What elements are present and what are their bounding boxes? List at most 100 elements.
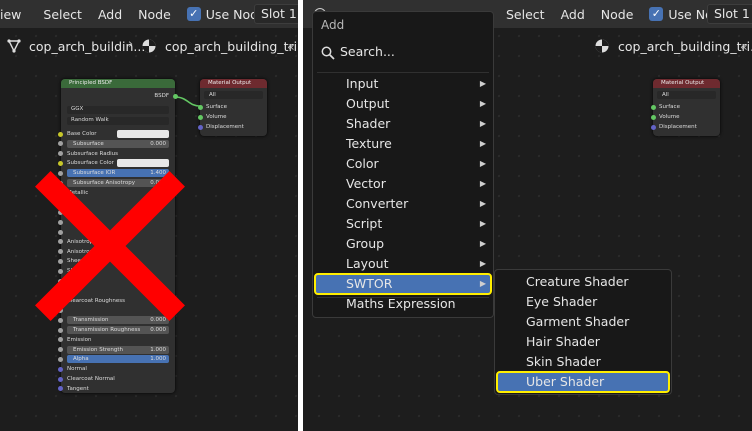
input-label: Normal xyxy=(67,366,87,373)
input-socket[interactable] xyxy=(58,337,63,343)
submenu-item-label: Eye Shader xyxy=(526,294,598,309)
submenu-item-eye-shader[interactable]: Eye Shader xyxy=(497,292,669,312)
menu-item-label: Layout xyxy=(346,256,389,271)
node-header[interactable]: Principled BSDF xyxy=(61,79,175,88)
subsurface-method-dropdown[interactable]: Random Walk xyxy=(67,117,169,125)
input-socket[interactable] xyxy=(58,239,63,245)
input-socket[interactable] xyxy=(58,356,63,362)
surface-input: Surface xyxy=(206,104,227,110)
input-label: Subsurface xyxy=(73,140,104,147)
value-field xyxy=(67,306,169,314)
bsdf-input-row[interactable] xyxy=(67,306,169,314)
input-socket[interactable] xyxy=(58,229,63,235)
distribution-dropdown[interactable]: GGX xyxy=(67,106,169,114)
menu-item-texture[interactable]: Texture ▶ xyxy=(315,134,491,154)
volume-input: Volume xyxy=(659,114,680,120)
submenu-item-hair-shader[interactable]: Hair Shader xyxy=(497,332,669,352)
slot-selector[interactable]: Slot 1 xyxy=(707,4,752,24)
search-item[interactable]: Search... xyxy=(321,44,395,60)
bsdf-input-row[interactable]: Tangent xyxy=(67,385,169,393)
input-socket[interactable] xyxy=(58,249,63,255)
bsdf-input-row[interactable]: Subsurface IOR 1.400 xyxy=(67,169,169,178)
input-socket[interactable] xyxy=(58,376,63,382)
bsdf-input-row[interactable]: Subsurface Color xyxy=(67,159,169,168)
color-swatch[interactable] xyxy=(117,159,169,168)
breadcrumb-material[interactable]: cop_arch_building_tri... xyxy=(618,39,752,54)
menu-item-vector[interactable]: Vector ▶ xyxy=(315,174,491,194)
menu-item-input[interactable]: Input ▶ xyxy=(315,74,491,94)
target-dropdown[interactable]: All xyxy=(204,91,263,99)
input-socket[interactable] xyxy=(58,219,63,225)
volume-socket[interactable] xyxy=(198,115,203,120)
menu-item-script[interactable]: Script ▶ xyxy=(315,214,491,234)
node-editor-left[interactable]: iew Select Add Node ✓ Use Nodes Slot 1 c… xyxy=(0,0,298,431)
material-output-node[interactable]: Material Output All Surface Volume Displ… xyxy=(200,79,267,136)
bsdf-input-row[interactable]: Alpha 1.000 xyxy=(67,355,169,364)
input-label: Clearcoat Roughness xyxy=(67,297,125,304)
input-socket[interactable] xyxy=(58,258,63,264)
menu-add[interactable]: Add xyxy=(553,7,593,22)
input-socket[interactable] xyxy=(58,151,63,157)
bsdf-output-socket[interactable] xyxy=(173,94,178,99)
submenu-arrow-icon: ▶ xyxy=(479,159,486,168)
bsdf-input-row[interactable]: Base Color xyxy=(67,130,169,138)
input-socket[interactable] xyxy=(58,141,63,147)
bsdf-input-row[interactable]: Emission xyxy=(67,336,169,344)
submenu-item-uber-shader[interactable]: Uber Shader xyxy=(496,371,670,393)
menu-item-converter[interactable]: Converter ▶ xyxy=(315,194,491,214)
input-socket[interactable] xyxy=(58,327,63,333)
menu-item-shader[interactable]: Shader ▶ xyxy=(315,114,491,134)
menu-item-layout[interactable]: Layout ▶ xyxy=(315,254,491,274)
input-label: Transmission xyxy=(73,317,109,324)
input-socket[interactable] xyxy=(58,131,63,137)
submenu-arrow-icon: ▶ xyxy=(479,79,486,88)
menu-item-color[interactable]: Color ▶ xyxy=(315,154,491,174)
color-swatch[interactable] xyxy=(117,130,169,138)
input-socket[interactable] xyxy=(58,347,63,353)
displacement-input: Displacement xyxy=(206,124,244,130)
node-header[interactable]: Material Output xyxy=(653,79,720,88)
node-header[interactable]: Material Output xyxy=(200,79,267,88)
displacement-socket[interactable] xyxy=(198,125,203,130)
bsdf-input-row[interactable]: Clearcoat Normal xyxy=(67,375,169,383)
input-value: 0.000 xyxy=(150,317,166,324)
menu-select[interactable]: Select xyxy=(498,7,553,22)
submenu-item-label: Hair Shader xyxy=(526,334,600,349)
displacement-socket[interactable] xyxy=(651,125,656,130)
surface-socket[interactable] xyxy=(651,105,656,110)
bsdf-input-row[interactable]: Transmission Roughness 0.000 xyxy=(67,326,169,334)
bsdf-input-row[interactable]: Emission Strength 1.000 xyxy=(67,345,169,354)
menu-node[interactable]: Node xyxy=(593,7,642,22)
submenu-arrow-icon: ▶ xyxy=(479,179,486,188)
input-socket[interactable] xyxy=(58,268,63,274)
input-value: 0.000 xyxy=(150,327,166,333)
bsdf-input-row[interactable]: Transmission 0.000 xyxy=(67,316,169,325)
submenu-item-label: Skin Shader xyxy=(526,354,601,369)
input-socket[interactable] xyxy=(58,317,63,323)
submenu-arrow-icon: ▶ xyxy=(479,139,486,148)
input-socket[interactable] xyxy=(58,366,63,372)
input-value: 0.000 xyxy=(150,140,166,147)
input-label: Subsurface IOR xyxy=(73,170,116,177)
submenu-item-creature-shader[interactable]: Creature Shader xyxy=(497,272,669,292)
target-dropdown[interactable]: All xyxy=(657,91,716,99)
search-label: Search... xyxy=(340,44,395,59)
bsdf-input-row[interactable]: Subsurface Radius xyxy=(67,150,169,158)
menu-item-swtor[interactable]: SWTOR ▶ xyxy=(314,273,492,295)
material-output-node[interactable]: Material Output All Surface Volume Displ… xyxy=(653,79,720,136)
menu-item-output[interactable]: Output ▶ xyxy=(315,94,491,114)
submenu-arrow-icon: ▶ xyxy=(479,259,486,268)
input-socket[interactable] xyxy=(58,160,63,166)
submenu-item-skin-shader[interactable]: Skin Shader xyxy=(497,352,669,372)
input-socket[interactable] xyxy=(58,170,63,176)
collapse-icon[interactable]: « xyxy=(740,39,748,54)
menu-item-group[interactable]: Group ▶ xyxy=(315,234,491,254)
menu-item-label: SWTOR xyxy=(346,276,393,291)
volume-socket[interactable] xyxy=(651,115,656,120)
submenu-item-garment-shader[interactable]: Garment Shader xyxy=(497,312,669,332)
input-socket[interactable] xyxy=(58,386,63,392)
bsdf-input-row[interactable]: Subsurface 0.000 xyxy=(67,139,169,148)
input-label: Emission Strength xyxy=(73,346,124,353)
bsdf-input-row[interactable]: Normal xyxy=(67,365,169,373)
surface-socket[interactable] xyxy=(198,105,203,110)
